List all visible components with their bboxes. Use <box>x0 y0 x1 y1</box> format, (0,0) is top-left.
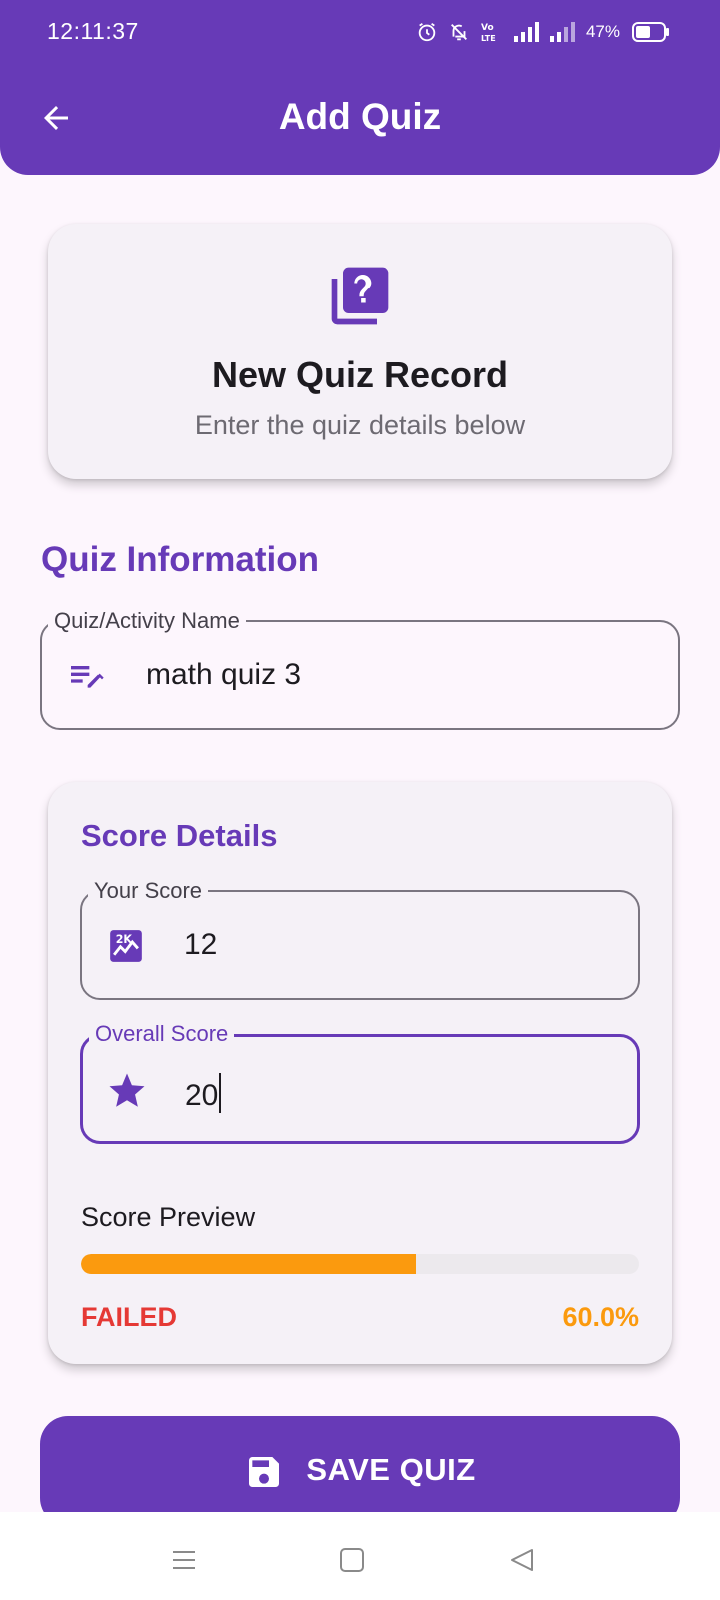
your-score-value: 12 <box>184 928 218 961</box>
battery-percent: 47% <box>585 22 620 41</box>
svg-text:Vo: Vo <box>481 23 494 33</box>
score-icon: 2K <box>104 924 148 968</box>
star-icon <box>105 1069 149 1113</box>
quiz-name-field[interactable]: Quiz/Activity Name math quiz 3 <box>40 608 680 730</box>
your-score-label: Your Score <box>88 878 209 904</box>
page-title: Add Quiz <box>278 96 442 137</box>
svg-text:LTE: LTE <box>481 34 496 43</box>
back-triangle-icon <box>508 1546 536 1579</box>
overall-score-field[interactable]: Overall Score 20 <box>80 1021 640 1144</box>
save-quiz-label: SAVE QUIZ <box>306 1452 476 1487</box>
status-bar: 12:11:37 Vo LTE 47% <box>0 0 720 64</box>
result-percent: 60.0% <box>562 1302 639 1332</box>
quiz-name-label: Quiz/Activity Name <box>48 608 246 634</box>
quiz-library-icon <box>326 262 394 335</box>
overall-score-value: 20 <box>185 1079 219 1112</box>
save-icon <box>244 1452 284 1497</box>
nav-menu-button[interactable] <box>164 1542 204 1582</box>
text-caret <box>219 1073 222 1113</box>
nav-back-button[interactable] <box>502 1542 542 1582</box>
status-icons: Vo LTE 47% <box>416 18 670 46</box>
home-square-icon <box>338 1546 366 1579</box>
overall-score-label: Overall Score <box>89 1021 235 1047</box>
score-preview-label: Score Preview <box>81 1202 256 1232</box>
signal-icon <box>513 22 540 42</box>
app-header: 12:11:37 Vo LTE 47% Add Quiz <box>0 0 720 175</box>
nav-home-button[interactable] <box>332 1542 372 1582</box>
signal-icon <box>549 22 576 42</box>
your-score-field[interactable]: Your Score 2K 12 <box>80 878 640 1000</box>
bell-off-icon <box>448 21 470 43</box>
intro-subtitle: Enter the quiz details below <box>194 410 526 440</box>
section-title-quiz-information: Quiz Information <box>41 540 320 579</box>
menu-icon <box>170 1546 198 1579</box>
save-quiz-button[interactable]: SAVE QUIZ <box>40 1416 680 1526</box>
quiz-name-value: math quiz 3 <box>146 658 302 691</box>
score-details-card: Score Details Your Score 2K 12 Overall S… <box>48 782 672 1364</box>
svg-text:2K: 2K <box>116 933 133 946</box>
battery-icon <box>632 21 670 43</box>
score-progress-bar <box>81 1254 639 1274</box>
score-progress-fill <box>81 1254 416 1274</box>
result-status: FAILED <box>81 1302 178 1332</box>
intro-title: New Quiz Record <box>211 354 509 395</box>
status-time: 12:11:37 <box>47 18 139 44</box>
edit-note-icon <box>64 654 108 698</box>
volte-icon: Vo LTE <box>480 21 504 43</box>
score-details-title: Score Details <box>81 818 278 853</box>
overall-score-input: 20 <box>185 1073 222 1113</box>
alarm-icon <box>416 21 438 43</box>
system-nav-bar <box>0 1512 720 1600</box>
